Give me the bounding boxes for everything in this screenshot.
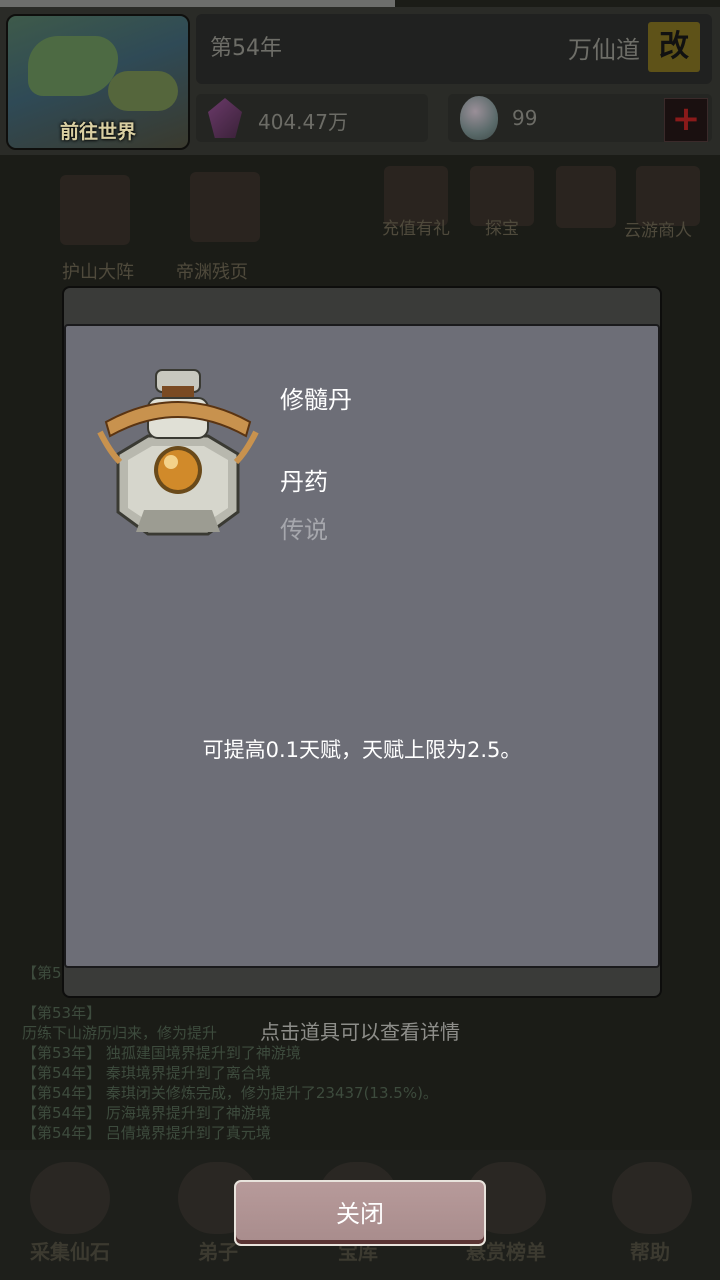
map-land-icon bbox=[28, 36, 118, 96]
inventory-hint: 点击道具可以查看详情 bbox=[260, 1020, 460, 1044]
item-type: 丹药 bbox=[280, 468, 328, 496]
activity-label: 探宝 bbox=[485, 219, 519, 239]
scroll-page-icon[interactable] bbox=[190, 172, 260, 242]
spirit-stone-count: 404.47万 bbox=[258, 110, 348, 134]
item-description: 可提高0.1天赋，天赋上限为2.5。 bbox=[202, 738, 522, 762]
activity-label: 帝渊残页 bbox=[176, 262, 248, 283]
help-icon[interactable] bbox=[612, 1162, 692, 1234]
add-gems-button[interactable]: + bbox=[664, 98, 708, 142]
log-line: 【第54年】 秦琪闭关修炼完成，修为提升了23437(13.5%)。 bbox=[22, 1084, 438, 1102]
log-line: 【第54年】 吕倩境界提升到了真元境 bbox=[22, 1124, 271, 1142]
item-name: 修髓丹 bbox=[280, 386, 352, 414]
gem-egg-icon bbox=[460, 96, 498, 140]
current-year: 第54年 bbox=[210, 36, 282, 61]
top-strip bbox=[0, 0, 395, 7]
go-to-world-label: 前往世界 bbox=[59, 121, 136, 143]
log-line: 【第54年】 厉海境界提升到了神游境 bbox=[22, 1104, 271, 1122]
nav-label-gather[interactable]: 采集仙石 bbox=[10, 1236, 130, 1265]
log-line: 【第54年】 秦琪境界提升到了离合境 bbox=[22, 1064, 271, 1082]
mountain-array-icon[interactable] bbox=[60, 175, 130, 245]
sect-name: 万仙道 bbox=[568, 36, 640, 64]
go-to-world-button[interactable]: 前往世界 bbox=[6, 14, 190, 150]
map-land-icon bbox=[108, 71, 178, 111]
nav-label-help[interactable]: 帮助 bbox=[590, 1236, 710, 1265]
gem-count: 99 bbox=[512, 106, 538, 130]
pickaxe-icon[interactable] bbox=[30, 1162, 110, 1234]
pill-jar-icon bbox=[97, 369, 259, 536]
rename-sect-button[interactable]: 改 bbox=[648, 22, 700, 72]
activity-label: 云游商人 bbox=[624, 221, 692, 241]
close-button[interactable]: 关闭 bbox=[234, 1180, 486, 1246]
item-rarity: 传说 bbox=[280, 516, 328, 544]
log-line: 【第53年】 独孤建国境界提升到了神游境 bbox=[22, 1044, 301, 1062]
